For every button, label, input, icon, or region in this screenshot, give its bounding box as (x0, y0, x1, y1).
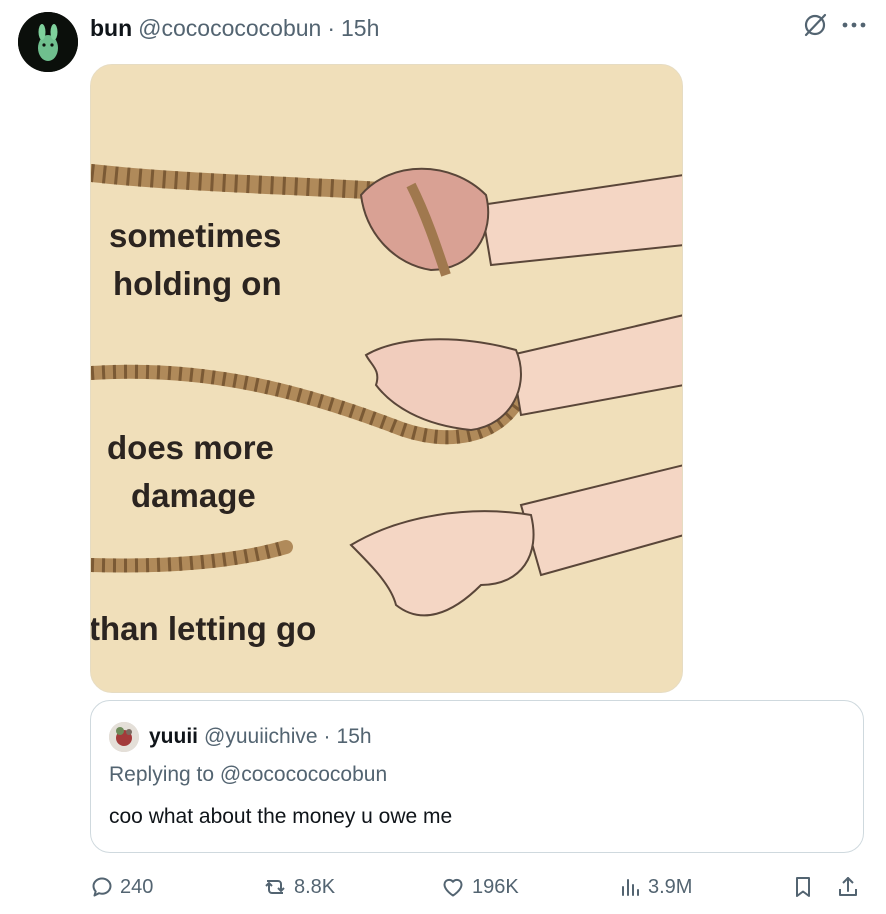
replying-to-label: Replying to @cococococobun (109, 763, 388, 786)
quote-header: yuuii @yuuiichive · 15h (109, 721, 372, 753)
reply-icon (92, 877, 112, 897)
author-avatar[interactable] (18, 12, 78, 72)
reply-button[interactable]: 240 (90, 870, 153, 904)
avatar-image (18, 12, 78, 72)
views-button[interactable]: 3.9M (618, 870, 692, 904)
heart-icon (443, 878, 463, 897)
meme-illustration (91, 65, 682, 692)
meme-line-3: does more (107, 429, 274, 466)
share-button[interactable] (836, 870, 866, 904)
like-count: 196K (472, 875, 519, 898)
view-count: 3.9M (648, 875, 693, 898)
quoted-reply-card[interactable]: yuuii @yuuiichive · 15h Replying to @coc… (90, 700, 864, 853)
repost-icon (265, 880, 285, 894)
quote-author-handle[interactable]: @yuuiichive (204, 725, 318, 749)
meme-line-2: holding on (113, 265, 282, 302)
separator-dot: · (327, 14, 336, 41)
tweet-top-actions (802, 12, 866, 38)
quote-separator-dot: · (323, 725, 331, 748)
quote-time[interactable]: 15h (337, 725, 372, 749)
meme-line-1: sometimes (109, 217, 282, 254)
quote-author-name[interactable]: yuuii (149, 725, 198, 749)
repost-count: 8.8K (294, 875, 336, 898)
share-icon (839, 877, 857, 896)
quote-text: coo what about the money u owe me (109, 805, 453, 828)
repost-button[interactable]: 8.8K (262, 870, 335, 904)
tweet-action-bar: 240 8.8K 196K 3.9M (90, 870, 866, 904)
author-name[interactable]: bun (90, 15, 132, 42)
more-icon[interactable] (842, 21, 866, 29)
bookmark-button[interactable] (792, 870, 820, 904)
tweet-header: bun @cococococobun · 15h (90, 14, 379, 42)
tweet-media-image[interactable]: sometimes holding on does more damage th… (90, 64, 683, 693)
bookmark-icon (796, 877, 810, 897)
quote-author-avatar[interactable] (109, 722, 139, 752)
meme-line-5: than letting go (90, 610, 317, 647)
grok-icon[interactable] (802, 12, 828, 38)
tweet-time[interactable]: 15h (341, 15, 379, 42)
meme-line-4: damage (131, 477, 256, 514)
reply-count: 240 (120, 875, 154, 898)
like-button[interactable]: 196K (440, 870, 519, 904)
author-handle[interactable]: @cococococobun (138, 15, 321, 42)
views-icon (622, 879, 639, 896)
